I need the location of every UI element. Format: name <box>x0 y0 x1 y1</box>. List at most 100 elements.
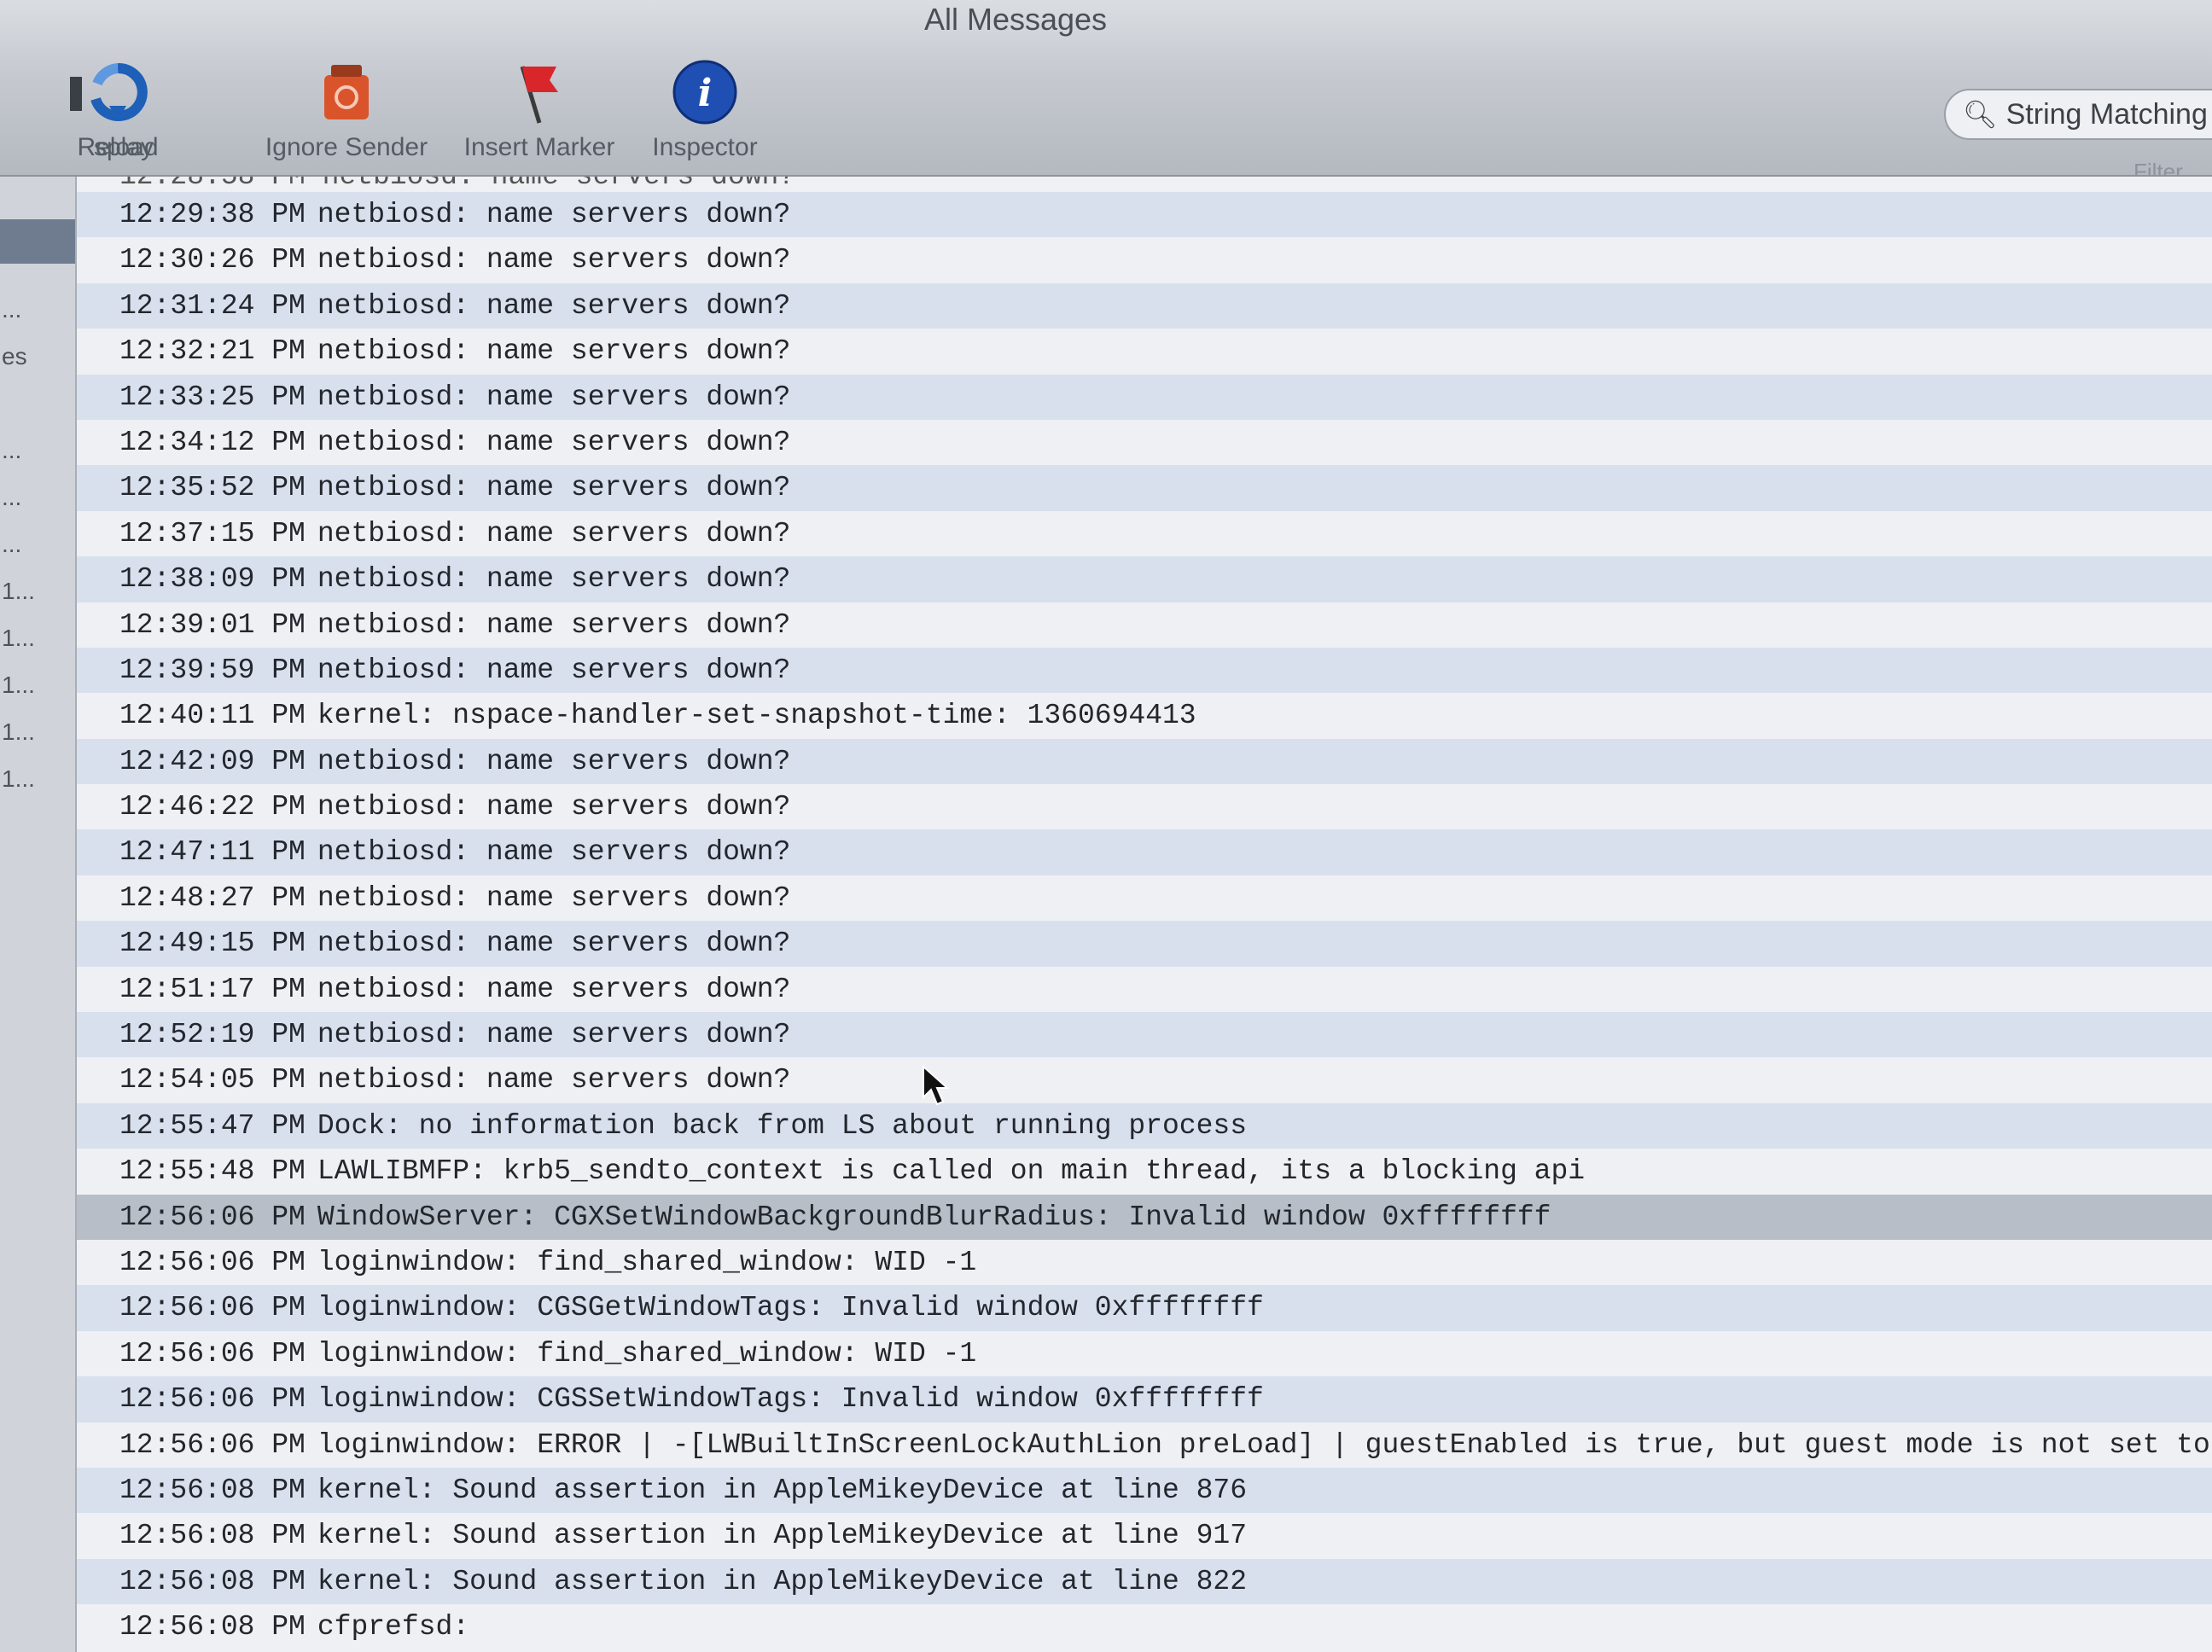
log-row[interactable]: 12:56:08 PM cfprefsd: <box>77 1604 2212 1650</box>
log-timestamp: 12:56:08 PM <box>119 1474 306 1506</box>
log-message: netbiosd: name servers down? <box>317 1064 791 1096</box>
log-timestamp: 12:37:15 PM <box>119 517 306 550</box>
log-row[interactable]: 12:56:06 PM loginwindow: CGSSetWindowTags… <box>77 1376 2212 1422</box>
log-row[interactable]: 12:39:59 PM netbiosd: name servers down? <box>77 647 2212 694</box>
log-timestamp: 12:51:17 PM <box>119 973 306 1005</box>
log-message: netbiosd: name servers down? <box>317 563 791 596</box>
log-row[interactable]: 12:56:08 PM kernel: Sound assertion in Ap… <box>77 1513 2212 1559</box>
log-row-partial[interactable]: 12:28:58 PM netbiosd: name servers down? <box>77 177 2212 192</box>
sidebar-item[interactable]: ... <box>2 484 21 511</box>
sidebar-item[interactable]: 1... <box>2 625 35 652</box>
log-row[interactable]: 12:52:19 PM netbiosd: name servers down? <box>77 1012 2212 1058</box>
log-row[interactable]: 12:56:08 PM kernel: Sound assertion in Ap… <box>77 1467 2212 1514</box>
log-message: netbiosd: name servers down? <box>317 881 791 914</box>
log-message: netbiosd: name servers down? <box>317 335 791 368</box>
log-timestamp: 12:39:01 PM <box>119 608 306 641</box>
log-row[interactable]: 12:55:47 PM Dock: no information back fro… <box>77 1102 2212 1149</box>
log-row[interactable]: 12:56:08 PM kernel: Sound assertion in Ap… <box>77 1558 2212 1605</box>
log-row[interactable]: 12:56:06 PM loginwindow: find_shared_wind… <box>77 1239 2212 1286</box>
log-message: Dock: no information back from LS about … <box>317 1109 1248 1142</box>
ignore-sender-icon <box>324 65 369 119</box>
ignore-sender-button[interactable]: Ignore Sender <box>244 58 449 162</box>
log-timestamp: 12:42:09 PM <box>119 745 306 777</box>
log-row[interactable]: 12:46:22 PM netbiosd: name servers down? <box>77 784 2212 830</box>
log-message: LAWLIBMFP: krb5_sendto_context is called… <box>317 1155 1586 1188</box>
log-message: netbiosd: name servers down? <box>317 745 791 777</box>
log-message: kernel: Sound assertion in AppleMikeyDev… <box>317 1474 1248 1506</box>
log-timestamp: 12:56:06 PM <box>119 1428 306 1461</box>
log-row[interactable]: 12:34:12 PM netbiosd: name servers down? <box>77 419 2212 466</box>
log-message: netbiosd: name servers down? <box>317 517 791 550</box>
svg-text:i: i <box>698 72 713 115</box>
log-row[interactable]: 12:42:09 PM netbiosd: name servers down? <box>77 738 2212 785</box>
reload-button[interactable]: Reload <box>15 58 220 162</box>
log-row[interactable]: 12:32:21 PM netbiosd: name servers down? <box>77 329 2212 375</box>
log-timestamp: 12:46:22 PM <box>119 791 306 823</box>
log-timestamp: 12:56:08 PM <box>119 1565 306 1597</box>
inspector-button[interactable]: i Inspector <box>602 58 807 162</box>
log-message: loginwindow: CGSGetWindowTags: Invalid w… <box>317 1292 1264 1324</box>
log-row[interactable]: 12:48:27 PM netbiosd: name servers down? <box>77 875 2212 922</box>
log-row[interactable]: 12:55:48 PM LAWLIBMFP: krb5_sendto_contex… <box>77 1149 2212 1195</box>
log-message: netbiosd: name servers down? <box>317 928 791 960</box>
log-row[interactable]: 12:51:17 PM netbiosd: name servers down? <box>77 966 2212 1013</box>
sidebar-item[interactable]: ... <box>2 437 21 464</box>
log-message: netbiosd: name servers down? <box>317 199 791 230</box>
log-message: netbiosd: name servers down? <box>317 426 791 458</box>
log-timestamp: 12:56:06 PM <box>119 1201 306 1233</box>
log-message: cfprefsd: <box>317 1611 470 1643</box>
log-message: WindowServer: CGXSetWindowBackgroundBlur… <box>317 1201 1551 1233</box>
log-row[interactable]: 12:54:05 PM netbiosd: name servers down? <box>77 1057 2212 1103</box>
sidebar-item[interactable]: es <box>2 343 27 370</box>
log-row[interactable]: 12:30:26 PM netbiosd: name servers down? <box>77 237 2212 283</box>
log-row[interactable]: 12:56:06 PM loginwindow: CGSGetWindowTags… <box>77 1285 2212 1331</box>
log-timestamp: 12:33:25 PM <box>119 381 306 413</box>
log-row[interactable]: 12:56:06 PM loginwindow: find_shared_wind… <box>77 1330 2212 1377</box>
log-row[interactable]: 12:37:15 PM netbiosd: name servers down? <box>77 510 2212 557</box>
sidebar-selected-item[interactable] <box>0 219 75 264</box>
info-icon: i <box>672 60 737 125</box>
sidebar-item[interactable]: ... <box>2 296 21 323</box>
log-message: netbiosd: name servers down? <box>317 472 791 504</box>
log-row[interactable]: 12:56:06 PM loginwindow: ERROR | -[LWBuil… <box>77 1422 2212 1468</box>
window-title: All Messages <box>923 2 1108 37</box>
sidebar-item[interactable]: 1... <box>2 765 35 793</box>
log-row[interactable]: 12:49:15 PM netbiosd: name servers down? <box>77 921 2212 967</box>
log-timestamp: 12:35:52 PM <box>119 472 306 504</box>
log-timestamp: 12:40:11 PM <box>119 700 306 732</box>
sidebar-item[interactable]: 1... <box>2 718 35 746</box>
log-message: netbiosd: name servers down? <box>317 381 791 413</box>
log-row[interactable]: 12:35:52 PM netbiosd: name servers down? <box>77 465 2212 511</box>
log-row[interactable]: 12:40:11 PM kernel: nspace-handler-set-sn… <box>77 693 2212 739</box>
log-timestamp: 12:54:05 PM <box>119 1064 306 1096</box>
log-timestamp: 12:56:06 PM <box>119 1383 306 1416</box>
log-message: netbiosd: name servers down? <box>317 289 791 322</box>
log-timestamp: 12:34:12 PM <box>119 426 306 458</box>
log-message: kernel: Sound assertion in AppleMikeyDev… <box>317 1565 1248 1597</box>
inspector-label: Inspector <box>652 133 758 161</box>
log-row[interactable]: 12:29:38 PM netbiosd: name servers down? <box>77 192 2212 238</box>
log-timestamp: 12:49:15 PM <box>119 928 306 960</box>
log-row[interactable]: 12:31:24 PM netbiosd: name servers down? <box>77 282 2212 329</box>
log-timestamp: 12:56:08 PM <box>119 1611 306 1643</box>
sidebar-item[interactable]: 1... <box>2 672 35 699</box>
log-timestamp: 12:30:26 PM <box>119 244 306 276</box>
log-message-list[interactable]: 12:28:58 PM netbiosd: name servers down?… <box>77 177 2212 1652</box>
search-placeholder: String Matching <box>2005 98 2208 131</box>
log-row[interactable]: 12:47:11 PM netbiosd: name servers down? <box>77 829 2212 875</box>
log-row[interactable]: 12:33:25 PM netbiosd: name servers down? <box>77 374 2212 420</box>
search-field[interactable]: 🔍︎ String Matching <box>1944 89 2212 140</box>
console-window: All Messages splay Reload Ignore Sender <box>0 0 2212 1652</box>
log-row[interactable]: 12:38:09 PM netbiosd: name servers down? <box>77 556 2212 602</box>
log-message: netbiosd: name servers down? <box>317 791 791 823</box>
log-row[interactable]: 12:56:06 PM WindowServer: CGXSetWindowBac… <box>77 1194 2212 1240</box>
sidebar-item[interactable]: 1... <box>2 578 35 605</box>
log-timestamp: 12:31:24 PM <box>119 289 306 322</box>
log-row[interactable]: 12:39:01 PM netbiosd: name servers down? <box>77 602 2212 648</box>
sidebar-item[interactable]: ... <box>2 531 21 558</box>
log-timestamp: 12:55:48 PM <box>119 1155 306 1188</box>
log-timestamp: 12:56:06 PM <box>119 1246 306 1278</box>
log-message: netbiosd: name servers down? <box>317 1019 791 1051</box>
log-message: loginwindow: ERROR | -[LWBuiltInScreenLo… <box>317 1428 2212 1461</box>
reload-icon <box>90 62 148 121</box>
